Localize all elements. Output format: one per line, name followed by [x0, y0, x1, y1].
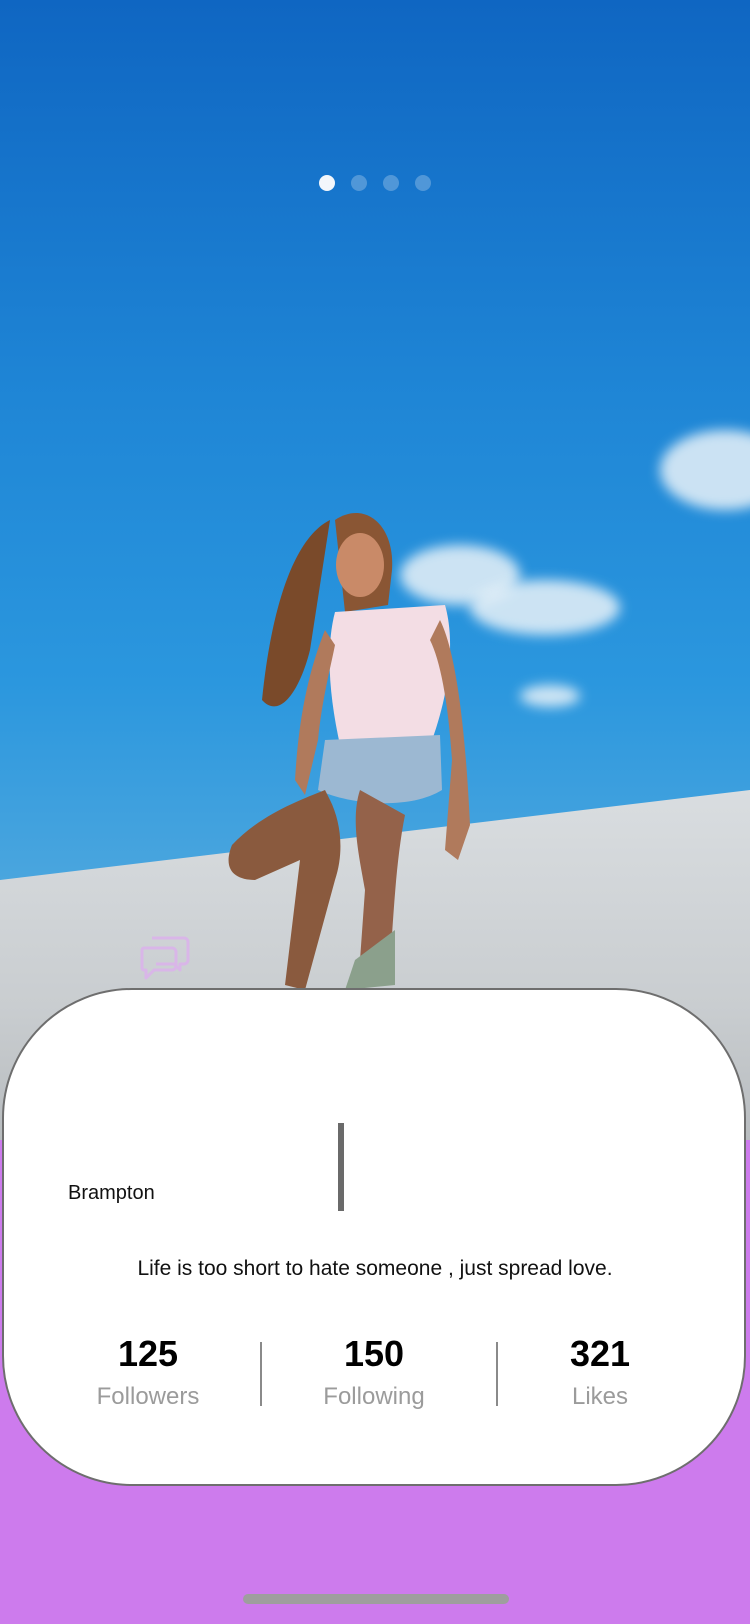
stat-following[interactable]: 150 Following [274, 1332, 474, 1414]
hero-photo [0, 0, 750, 1140]
stat-followers[interactable]: 125 Followers [48, 1332, 248, 1414]
stat-value: 321 [569, 1333, 631, 1374]
text-cursor [338, 1123, 344, 1211]
profile-location: Brampton [68, 1182, 155, 1204]
carousel-dot[interactable] [383, 175, 399, 191]
home-indicator[interactable] [243, 1594, 509, 1604]
carousel-dot[interactable] [351, 175, 367, 191]
person-figure [228, 513, 470, 990]
stat-label: Following [323, 1383, 425, 1410]
stat-label: Likes [571, 1383, 629, 1410]
stat-likes[interactable]: 321 Likes [500, 1332, 700, 1414]
profile-bio: Life is too short to hate someone , just… [137, 1257, 613, 1280]
carousel-dot-active[interactable] [319, 175, 335, 191]
chat-bubbles-icon [140, 936, 190, 980]
stat-divider [496, 1342, 498, 1406]
stat-value: 125 [117, 1333, 179, 1374]
stat-divider [260, 1342, 262, 1406]
carousel-indicator [0, 175, 750, 191]
profile-stats: 125 Followers 150 Following 321 Likes [0, 1332, 750, 1422]
chat-button[interactable] [140, 934, 190, 980]
stat-label: Followers [96, 1383, 200, 1410]
carousel-dot[interactable] [415, 175, 431, 191]
stat-value: 150 [343, 1333, 405, 1374]
